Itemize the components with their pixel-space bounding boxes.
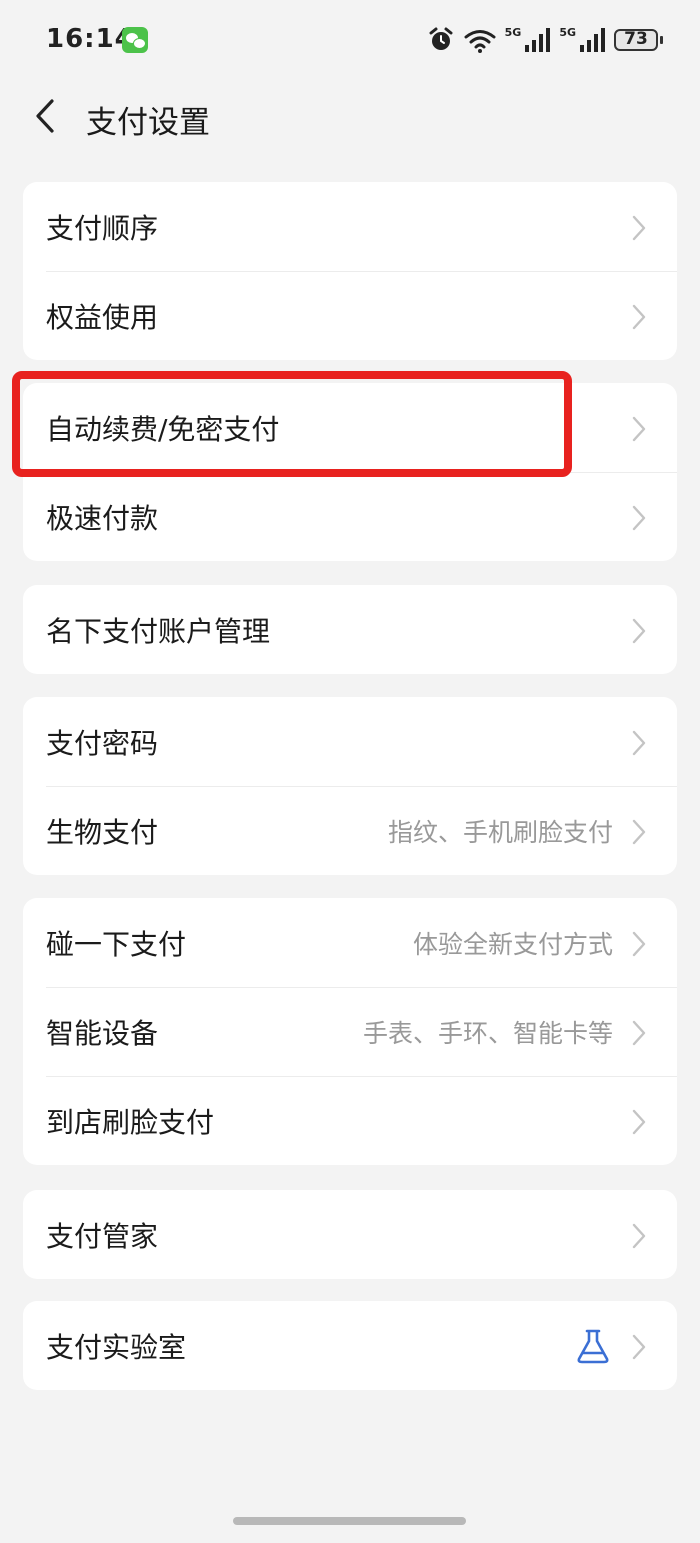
chevron-right-icon <box>632 416 646 442</box>
row-label: 名下支付账户管理 <box>46 614 271 648</box>
row-tap-to-pay[interactable]: 碰一下支付 体验全新支付方式 <box>23 898 677 987</box>
home-indicator[interactable] <box>233 1517 466 1525</box>
row-label: 碰一下支付 <box>46 927 187 961</box>
row-label: 智能设备 <box>46 1016 159 1050</box>
row-hint: 指纹、手机刷脸支付 <box>387 817 613 847</box>
settings-group-accounts: 名下支付账户管理 <box>23 585 677 674</box>
chevron-right-icon <box>632 1223 646 1249</box>
page-title: 支付设置 <box>86 105 210 141</box>
chevron-right-icon <box>632 618 646 644</box>
page-header: 支付设置 <box>0 80 700 152</box>
flask-icon <box>577 1329 609 1364</box>
settings-group-lab: 支付实验室 <box>23 1301 677 1390</box>
chevron-right-icon <box>632 1334 646 1360</box>
network-type-label: 5G <box>504 25 522 39</box>
status-bar: 16:14 5G 5G 73 <box>0 0 700 80</box>
row-label: 生物支付 <box>46 815 159 849</box>
row-label: 支付密码 <box>46 726 159 760</box>
row-label: 支付实验室 <box>46 1330 187 1364</box>
chevron-right-icon <box>632 819 646 845</box>
row-label: 到店刷脸支付 <box>46 1105 215 1139</box>
wechat-icon <box>122 27 148 53</box>
row-auto-renew-password-free[interactable]: 自动续费/免密支付 <box>23 383 677 472</box>
chevron-right-icon <box>632 215 646 241</box>
row-smart-devices[interactable]: 智能设备 手表、手环、智能卡等 <box>23 987 677 1076</box>
status-icons: 5G 5G 73 <box>427 22 663 58</box>
settings-group-security: 支付密码 生物支付 指纹、手机刷脸支付 <box>23 697 677 875</box>
signal-icon <box>525 28 551 52</box>
row-payment-butler[interactable]: 支付管家 <box>23 1190 677 1279</box>
row-label: 支付管家 <box>46 1219 159 1253</box>
chevron-right-icon <box>632 730 646 756</box>
settings-group-butler: 支付管家 <box>23 1190 677 1279</box>
chevron-right-icon <box>632 505 646 531</box>
status-time: 16:14 <box>46 24 134 54</box>
row-payment-order[interactable]: 支付顺序 <box>23 182 677 271</box>
row-hint: 手表、手环、智能卡等 <box>362 1018 613 1048</box>
network-type-label: 5G <box>559 25 576 39</box>
chevron-right-icon <box>632 1109 646 1135</box>
row-hint: 体验全新支付方式 <box>412 929 613 959</box>
row-label: 权益使用 <box>46 300 159 334</box>
wifi-icon <box>464 30 496 53</box>
row-payment-lab[interactable]: 支付实验室 <box>23 1301 677 1390</box>
row-label: 支付顺序 <box>46 211 159 245</box>
row-biometric-payment[interactable]: 生物支付 指纹、手机刷脸支付 <box>23 786 677 875</box>
row-label: 极速付款 <box>46 501 159 535</box>
settings-group-devices: 碰一下支付 体验全新支付方式 智能设备 手表、手环、智能卡等 到店刷脸支付 <box>23 898 677 1165</box>
row-in-store-face-pay[interactable]: 到店刷脸支付 <box>23 1076 677 1165</box>
row-payment-password[interactable]: 支付密码 <box>23 697 677 786</box>
chevron-right-icon <box>632 931 646 957</box>
row-account-management[interactable]: 名下支付账户管理 <box>23 585 677 674</box>
signal-icon <box>580 28 605 52</box>
battery-icon: 73 <box>614 29 663 51</box>
alarm-icon <box>429 27 453 50</box>
chevron-right-icon <box>632 304 646 330</box>
row-express-payment[interactable]: 极速付款 <box>23 472 677 561</box>
settings-group-autopay: 自动续费/免密支付 极速付款 <box>23 383 677 561</box>
settings-group-order: 支付顺序 权益使用 <box>23 182 677 360</box>
row-label: 自动续费/免密支付 <box>46 412 280 446</box>
row-benefit-usage[interactable]: 权益使用 <box>23 271 677 360</box>
chevron-right-icon <box>632 1020 646 1046</box>
back-arrow-icon[interactable] <box>28 96 68 136</box>
